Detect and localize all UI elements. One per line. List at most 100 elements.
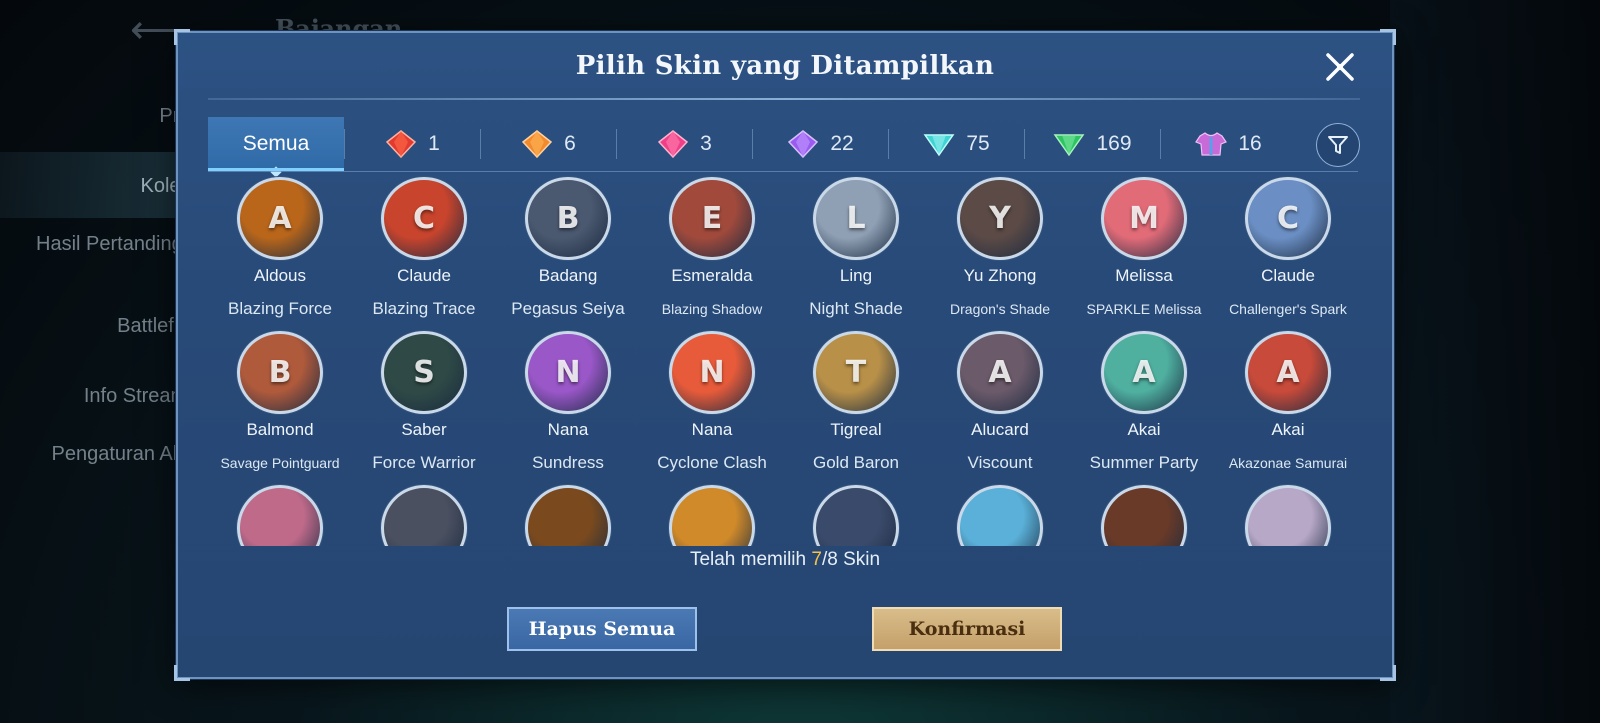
tab-count: 1 xyxy=(428,132,440,155)
skin-name: Challenger's Spark xyxy=(1229,300,1347,317)
hero-portrait: Y xyxy=(957,177,1043,261)
skin-card[interactable] xyxy=(352,481,496,546)
tabs-divider xyxy=(208,171,1358,172)
skin-name: Cyclone Clash xyxy=(657,452,767,472)
purple-diamond-icon xyxy=(788,130,819,159)
hero-portrait xyxy=(525,485,611,546)
hero-portrait xyxy=(1245,485,1331,546)
corner-ornament xyxy=(174,29,190,45)
skin-card[interactable] xyxy=(1216,481,1360,546)
hero-portrait: L xyxy=(813,177,899,261)
hero-portrait: S xyxy=(381,331,467,415)
confirm-button[interactable]: Konfirmasi xyxy=(872,607,1062,651)
nav-item-koleksi[interactable]: Koleksi xyxy=(0,152,205,218)
skin-name: Blazing Trace xyxy=(372,298,476,318)
dialog-title: Pilih Skin yang Ditampilkan xyxy=(575,51,995,81)
tab-rarity-5[interactable]: 75 xyxy=(888,117,1024,171)
tab-rarity-3[interactable]: 3 xyxy=(616,117,752,171)
tab-rarity-2[interactable]: 6 xyxy=(480,117,616,171)
teal-diamond-icon xyxy=(923,134,955,157)
hero-name: Akai xyxy=(1271,420,1305,440)
selection-counter: Telah memilih 7/8 Skin xyxy=(178,549,1392,571)
title-divider xyxy=(208,98,1360,100)
nav-item-hasil-pertandingan[interactable]: Hasil Pertandingan xyxy=(0,232,205,256)
hero-portrait: C xyxy=(381,177,467,261)
skin-name: Akazonae Samurai xyxy=(1228,454,1348,471)
skin-name: Sundress xyxy=(532,452,604,472)
tab-count: 6 xyxy=(564,132,576,155)
tab-rarity-4[interactable]: 22 xyxy=(752,117,888,171)
skin-card[interactable]: S Saber Force Warrior xyxy=(352,327,496,481)
hero-portrait: N xyxy=(525,331,611,415)
tab-label: Semua xyxy=(242,132,310,155)
clear-all-button[interactable]: Hapus Semua xyxy=(507,607,697,651)
hero-name: Nana xyxy=(547,420,589,440)
green-diamond-icon xyxy=(1054,134,1085,157)
skin-card[interactable]: M Melissa SPARKLE Melissa xyxy=(1072,173,1216,327)
tab-count: 22 xyxy=(830,132,854,155)
skin-card[interactable]: B Badang Pegasus Seiya xyxy=(496,173,640,327)
hero-name: Akai xyxy=(1127,420,1161,440)
skin-grid: A Aldous Blazing Force C Claude Blazing Trace… xyxy=(208,173,1360,546)
hero-portrait: A xyxy=(1245,331,1331,415)
skin-card[interactable]: B Balmond Savage Pointguard xyxy=(208,327,352,481)
skin-name: SPARKLE Melissa xyxy=(1086,300,1202,317)
skin-card[interactable]: N Nana Sundress xyxy=(496,327,640,481)
tab-semua[interactable]: Semua xyxy=(208,117,344,178)
selection-selected-count: 7 xyxy=(811,549,822,570)
skin-card[interactable]: A Akai Akazonae Samurai xyxy=(1216,327,1360,481)
skin-card[interactable]: C Claude Blazing Trace xyxy=(352,173,496,327)
orange-diamond-icon xyxy=(522,130,553,159)
background-right-panel xyxy=(1390,0,1600,723)
tab-rarity-7[interactable]: 16 xyxy=(1160,117,1296,171)
hero-portrait: M xyxy=(1101,177,1187,261)
skin-card[interactable]: A Alucard Viscount xyxy=(928,327,1072,481)
skin-card[interactable]: A Akai Summer Party xyxy=(1072,327,1216,481)
tab-count: 3 xyxy=(700,132,712,155)
tab-rarity-6[interactable]: 169 xyxy=(1024,117,1160,171)
skin-card[interactable]: E Esmeralda Blazing Shadow xyxy=(640,173,784,327)
skin-card[interactable]: L Ling Night Shade xyxy=(784,173,928,327)
skin-card[interactable]: Y Yu Zhong Dragon's Shade xyxy=(928,173,1072,327)
hero-portrait xyxy=(381,485,467,546)
hero-name: Yu Zhong xyxy=(963,266,1037,286)
skin-card[interactable] xyxy=(1072,481,1216,546)
hero-name: Ling xyxy=(839,266,873,286)
hero-portrait: A xyxy=(1101,331,1187,415)
corner-ornament xyxy=(1380,29,1396,45)
hero-portrait: N xyxy=(669,331,755,415)
skin-card[interactable] xyxy=(928,481,1072,546)
skin-grid-viewport[interactable]: A Aldous Blazing Force C Claude Blazing Trace… xyxy=(208,173,1360,546)
nav-item-pengaturan-akun[interactable]: Pengaturan Akun xyxy=(0,442,205,466)
tab-count: 169 xyxy=(1096,132,1132,155)
filter-icon xyxy=(1328,136,1348,154)
close-icon xyxy=(1326,53,1354,81)
tab-count: 75 xyxy=(966,132,990,155)
hero-name: Balmond xyxy=(246,420,314,440)
skin-card[interactable] xyxy=(640,481,784,546)
selection-suffix: Skin xyxy=(837,549,881,570)
filter-button[interactable] xyxy=(1316,123,1360,167)
skin-name: Dragon's Shade xyxy=(950,300,1050,317)
skin-card[interactable]: N Nana Cyclone Clash xyxy=(640,327,784,481)
skin-card[interactable]: C Claude Challenger's Spark xyxy=(1216,173,1360,327)
selection-total: 8 xyxy=(827,549,838,570)
hero-name: Aldous xyxy=(254,266,306,286)
rarity-tabs: Semua 1 6 3 22 75 169 16 xyxy=(208,117,1360,178)
skin-card[interactable]: A Aldous Blazing Force xyxy=(208,173,352,327)
shirt-icon xyxy=(1195,132,1228,156)
corner-ornament xyxy=(174,665,190,681)
skin-name: Night Shade xyxy=(809,298,903,318)
skin-name: Blazing Shadow xyxy=(661,300,763,317)
close-button[interactable] xyxy=(1322,49,1358,85)
tab-count: 16 xyxy=(1238,132,1262,155)
skin-card[interactable] xyxy=(784,481,928,546)
skin-card[interactable] xyxy=(496,481,640,546)
hero-name: Badang xyxy=(538,266,598,286)
hero-portrait: T xyxy=(813,331,899,415)
hero-portrait: A xyxy=(957,331,1043,415)
skin-card[interactable]: T Tigreal Gold Baron xyxy=(784,327,928,481)
skin-card[interactable] xyxy=(208,481,352,546)
skin-name: Pegasus Seiya xyxy=(511,298,625,318)
tab-rarity-1[interactable]: 1 xyxy=(344,117,480,171)
